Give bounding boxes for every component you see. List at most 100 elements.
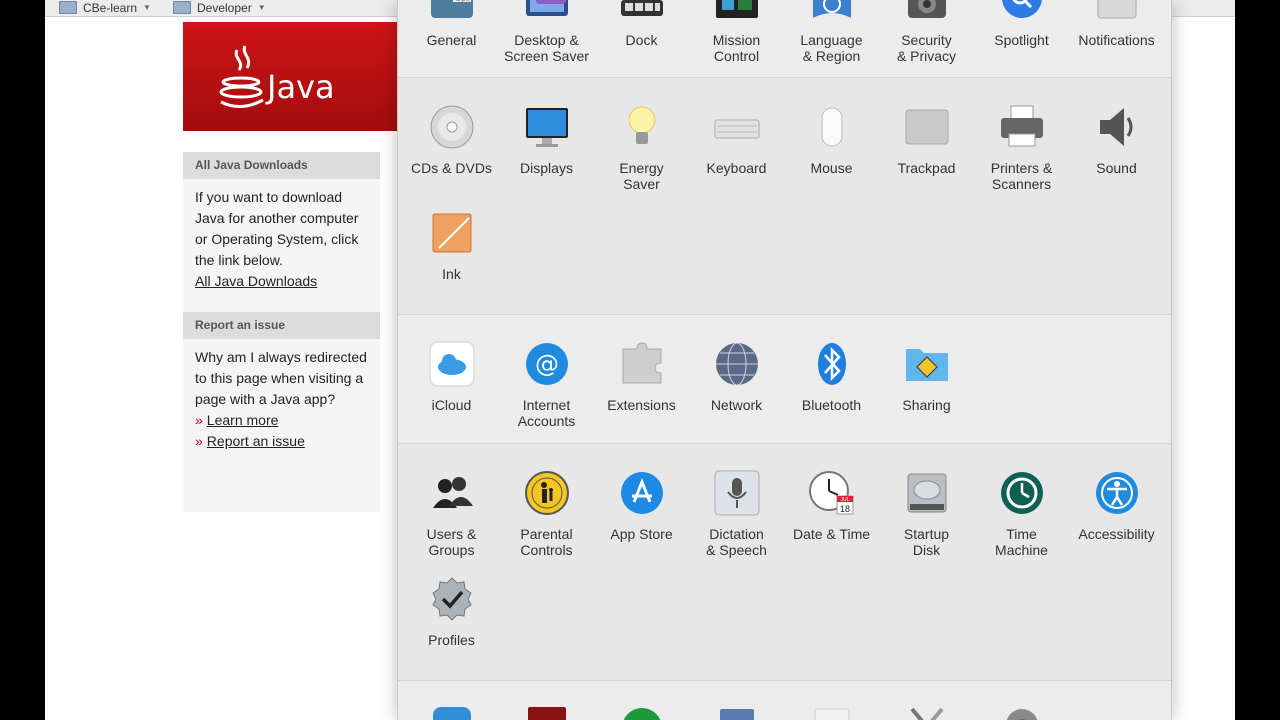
pane-label: Internet Accounts — [517, 397, 576, 429]
calendar-day: 18 — [839, 504, 849, 514]
pane-bluetooth[interactable]: Bluetooth — [784, 341, 879, 413]
pane-mouse[interactable]: Mouse — [784, 104, 879, 176]
speaker-icon — [1094, 104, 1140, 150]
pane-energy-saver[interactable]: Energy Saver — [594, 104, 689, 192]
pane-sound[interactable]: Sound — [1069, 104, 1164, 176]
bookmark-folder-cbe-learn[interactable]: CBe-learn ▼ — [59, 0, 151, 15]
pane-label: Mission Control — [712, 32, 761, 64]
pane-label: App Store — [610, 526, 673, 542]
pane-security-privacy[interactable]: Security & Privacy — [879, 0, 974, 64]
app-store-icon — [619, 470, 665, 516]
pane-printers-scanners[interactable]: Printers & Scanners — [974, 104, 1069, 192]
pane-label: Parental Controls — [520, 526, 573, 558]
report-issue-link[interactable]: Report an issue — [207, 433, 305, 449]
pane-label: Mouse — [810, 160, 853, 176]
pane-network[interactable]: Network — [689, 341, 784, 413]
hard-disk-icon — [904, 470, 950, 516]
all-downloads-link[interactable]: All Java Downloads — [195, 273, 317, 289]
pane-other-2[interactable] — [499, 705, 594, 720]
pane-label: Trackpad — [897, 160, 956, 176]
personal-section: NewOpe General Desktop & Screen Saver Do… — [398, 0, 1171, 78]
chevron-down-icon: ▼ — [143, 3, 151, 12]
pane-parental-controls[interactable]: Parental Controls — [499, 470, 594, 558]
pane-label: Ink — [442, 266, 461, 282]
bluetooth-icon — [809, 341, 855, 387]
pane-spotlight[interactable]: Spotlight — [974, 0, 1069, 48]
pane-other-5[interactable] — [784, 705, 879, 720]
pane-dictation-speech[interactable]: Dictation & Speech — [689, 470, 784, 558]
bookmark-label: Developer — [197, 0, 252, 15]
pane-trackpad[interactable]: Trackpad — [879, 104, 974, 176]
pane-label: Time Machine — [995, 526, 1048, 558]
other-section — [398, 681, 1171, 720]
bullet-arrow-icon: » — [195, 433, 203, 449]
pane-label: Energy Saver — [619, 160, 664, 192]
svg-text:Ope: Ope — [455, 0, 471, 3]
pane-keyboard[interactable]: Keyboard — [689, 104, 784, 176]
learn-more-row: » Learn more — [183, 410, 380, 431]
pane-label: General — [426, 32, 477, 48]
pane-date-time[interactable]: JUL 18 Date & Time — [784, 470, 879, 542]
pane-users-groups[interactable]: Users & Groups — [404, 470, 499, 558]
pane-internet-accounts[interactable]: @ Internet Accounts — [499, 341, 594, 429]
pane-desktop-screen-saver[interactable]: Desktop & Screen Saver — [499, 0, 594, 64]
java-banner[interactable]: Java — [183, 22, 398, 131]
keyboard-icon — [714, 104, 760, 150]
pane-profiles[interactable]: Profiles — [404, 576, 499, 648]
pane-label: iCloud — [431, 397, 472, 413]
pane-label: Extensions — [607, 397, 676, 413]
bookmark-folder-developer[interactable]: Developer ▼ — [173, 0, 266, 15]
pane-other-7[interactable] — [974, 705, 1069, 720]
pane-language-region[interactable]: Language & Region — [784, 0, 879, 64]
puzzle-piece-icon — [619, 341, 665, 387]
downloads-box: All Java Downloads If you want to downlo… — [183, 152, 380, 312]
pane-label: Profiles — [428, 632, 475, 648]
pane-other-1[interactable] — [404, 705, 499, 720]
cd-dvd-icon — [429, 104, 475, 150]
system-section: Users & Groups Parental Controls App Sto… — [398, 444, 1171, 681]
shield-icon — [429, 705, 475, 720]
icloud-icon — [429, 341, 475, 387]
pane-displays[interactable]: Displays — [499, 104, 594, 176]
report-text: Why am I always redirected to this page … — [195, 349, 367, 407]
pane-icloud[interactable]: iCloud — [404, 341, 499, 413]
parental-controls-icon — [524, 470, 570, 516]
pane-accessibility[interactable]: Accessibility — [1069, 470, 1164, 542]
pane-mission-control[interactable]: Mission Control — [689, 0, 784, 64]
accessibility-icon — [1094, 470, 1140, 516]
pane-label: Language & Region — [800, 32, 863, 64]
pane-general[interactable]: NewOpe General — [404, 0, 499, 48]
folder-icon — [173, 1, 191, 14]
green-orb-icon — [619, 705, 665, 720]
pane-ink[interactable]: Ink — [404, 210, 499, 282]
document-icon — [809, 705, 855, 720]
pane-label: Notifications — [1078, 32, 1155, 48]
pane-other-4[interactable] — [689, 705, 784, 720]
pane-app-store[interactable]: App Store — [594, 470, 689, 542]
ink-icon — [429, 210, 475, 256]
pane-other-6[interactable] — [879, 705, 974, 720]
learn-more-link[interactable]: Learn more — [207, 412, 279, 428]
pane-notifications[interactable]: Notifications — [1069, 0, 1164, 48]
pane-label: Accessibility — [1078, 526, 1155, 542]
calendar-month: JUL — [840, 497, 849, 503]
pane-startup-disk[interactable]: Startup Disk — [879, 470, 974, 558]
tools-icon — [904, 705, 950, 720]
users-groups-icon — [429, 470, 475, 516]
pane-sharing[interactable]: Sharing — [879, 341, 974, 413]
pane-label: Spotlight — [994, 32, 1049, 48]
pane-time-machine[interactable]: Time Machine — [974, 470, 1069, 558]
pane-dock[interactable]: Dock — [594, 0, 689, 48]
dock-icon — [619, 0, 665, 22]
disk-gear-icon — [999, 705, 1045, 720]
pane-other-3[interactable] — [594, 705, 689, 720]
pane-cds-dvds[interactable]: CDs & DVDs — [404, 104, 499, 176]
security-privacy-icon — [904, 0, 950, 22]
profiles-badge-icon — [429, 576, 475, 622]
report-issue-row: » Report an issue — [183, 431, 380, 452]
energy-saver-icon — [619, 104, 665, 150]
device-icon — [714, 705, 760, 720]
bookmark-label: CBe-learn — [83, 0, 138, 15]
pane-extensions[interactable]: Extensions — [594, 341, 689, 413]
downloads-heading: All Java Downloads — [183, 152, 380, 179]
